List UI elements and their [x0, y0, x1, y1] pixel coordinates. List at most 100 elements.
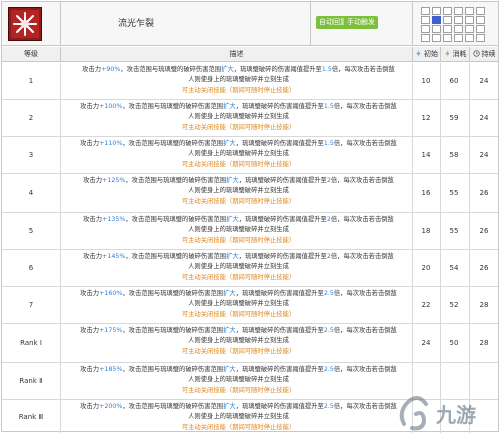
column-divider — [60, 174, 61, 212]
row-level: Rank Ⅲ — [18, 412, 44, 421]
desc-line-1: 攻击力+125%，攻击范围与琉璃璧的破碎伤害范围扩大，琉璃璧破碎的伤害阈值提升至… — [66, 176, 411, 186]
column-divider — [60, 287, 61, 323]
desc-expand: 扩大 — [226, 177, 239, 184]
desc-seg1: ，攻击范围与琉璃璧的破碎伤害范围 — [122, 403, 224, 410]
desc-seg2: ，琉璃璧破碎的伤害阈值提升至 — [235, 366, 324, 373]
desc-expand: 扩大 — [223, 366, 236, 373]
range-cell — [421, 34, 430, 42]
desc-line-3: 可主动关闭技能（期间可随时停止技能） — [66, 236, 411, 246]
desc-line-3: 可主动关闭技能（期间可随时停止技能） — [66, 273, 411, 283]
desc-stop-note: （期间可随时停止技能） — [225, 423, 296, 431]
column-divider — [412, 63, 413, 99]
column-desc: 描述 — [60, 47, 412, 62]
range-cell — [465, 34, 474, 42]
column-divider — [469, 287, 470, 323]
desc-seg1: ，攻击范围与琉璃璧的破碎伤害范围 — [122, 327, 224, 334]
row-duration: 24 — [479, 113, 489, 122]
row-description: 攻击力+175%，攻击范围与琉璃璧的破碎伤害范围扩大，琉璃璧破碎的伤害阈值提升至… — [66, 326, 411, 357]
desc-seg1: ，攻击范围与琉璃璧的破碎伤害范围 — [125, 216, 227, 223]
desc-seg3: 倍，每次攻击若击倒敌 — [333, 140, 397, 147]
desc-line-3: 可主动关闭技能（期间可随时停止技能） — [66, 123, 411, 133]
desc-multiplier: 2.5 — [323, 327, 334, 334]
desc-line-2: 人则使身上的琉璃璧破碎并立刻生成 — [188, 263, 289, 271]
row-initial: 20 — [421, 263, 431, 272]
range-cell — [432, 7, 441, 15]
desc-atk-label: 攻击力 — [80, 327, 100, 334]
row-initial: 22 — [421, 300, 431, 309]
desc-seg3: 倍，每次攻击若击倒敌 — [330, 253, 394, 260]
desc-line-1: 攻击力+200%，攻击范围与琉璃璧的破碎伤害范围扩大，琉璃璧破碎的伤害阈值提升至… — [66, 402, 411, 412]
desc-line-1: 攻击力+185%，攻击范围与琉璃璧的破碎伤害范围扩大，琉璃璧破碎的伤害阈值提升至… — [66, 365, 411, 375]
column-duration-label: 持续 — [481, 50, 496, 58]
desc-line-1: 攻击力+110%，攻击范围与琉璃璧的破碎伤害范围扩大，琉璃璧破碎的伤害阈值提升至… — [66, 139, 411, 149]
column-level: 等级 — [2, 47, 60, 62]
range-cell — [465, 7, 474, 15]
desc-expand: 扩大 — [223, 327, 236, 334]
table-row: 5 攻击力+135%，攻击范围与琉璃璧的破碎伤害范围扩大，琉璃璧破碎的伤害阈值提升… — [2, 213, 498, 250]
desc-seg3: 倍，每次攻击若击倒敌 — [333, 327, 397, 334]
desc-line-2: 人则使身上的琉璃璧破碎并立刻生成 — [188, 226, 289, 234]
desc-atk-value: +110% — [99, 140, 123, 147]
column-divider — [60, 324, 61, 362]
desc-close-note: 可主动关闭技能 — [181, 347, 226, 355]
desc-line-2: 人则使身上的琉璃璧破碎并立刻生成 — [188, 300, 289, 308]
desc-seg1: ，攻击范围与琉璃璧的破碎伤害范围 — [122, 140, 224, 147]
row-duration: 24 — [479, 76, 489, 85]
table-row: 1 攻击力+90%，攻击范围与琉璃璧的破碎伤害范围扩大，琉璃璧破碎的伤害阈值提升至… — [2, 63, 498, 100]
column-initial: 初始 — [412, 47, 440, 62]
desc-atk-label: 攻击力 — [83, 253, 103, 260]
range-cell — [443, 7, 452, 15]
desc-seg3: 倍，每次攻击若击倒敌 — [333, 290, 397, 297]
desc-line-3: 可主动关闭技能（期间可随时停止技能） — [66, 347, 411, 357]
desc-stop-note: （期间可随时停止技能） — [225, 160, 296, 168]
range-cell — [465, 25, 474, 33]
desc-seg2: ，琉璃璧破碎的伤害阈值提升至 — [235, 140, 324, 147]
skill-name: 流光乍裂 — [118, 19, 155, 29]
column-divider — [60, 400, 61, 433]
desc-seg2: ，琉璃璧破碎的伤害阈值提升至 — [238, 216, 327, 223]
column-cost-label: 消耗 — [452, 50, 467, 58]
range-cell — [454, 25, 463, 33]
range-self-cell — [432, 16, 441, 24]
range-cell — [421, 25, 430, 33]
range-cell — [443, 25, 452, 33]
desc-line-1: 攻击力+135%，攻击范围与琉璃璧的破碎伤害范围扩大，琉璃璧破碎的伤害阈值提升至… — [66, 215, 411, 225]
desc-line-3: 可主动关闭技能（期间可随时停止技能） — [66, 386, 411, 396]
column-divider — [412, 100, 413, 136]
table-row: 4 攻击力+125%，攻击范围与琉璃璧的破碎伤害范围扩大，琉璃璧破碎的伤害阈值提升… — [2, 174, 498, 213]
range-cell — [432, 34, 441, 42]
desc-line-2: 人则使身上的琉璃璧破碎并立刻生成 — [188, 76, 289, 84]
desc-expand: 扩大 — [223, 290, 236, 297]
row-initial: 12 — [421, 113, 431, 122]
range-cell — [476, 34, 485, 42]
table-row: 3 攻击力+110%，攻击范围与琉璃璧的破碎伤害范围扩大，琉璃璧破碎的伤害阈值提升… — [2, 137, 498, 174]
desc-seg1: ，攻击范围与琉璃璧的破碎伤害范围 — [122, 103, 224, 110]
column-cost: 消耗 — [440, 47, 469, 62]
desc-line-2: 人则使身上的琉璃璧破碎并立刻生成 — [188, 187, 289, 195]
row-level: 7 — [28, 300, 34, 309]
desc-close-note: 可主动关闭技能 — [181, 236, 226, 244]
range-cell — [465, 16, 474, 24]
column-divider — [440, 63, 441, 99]
desc-line-2: 人则使身上的琉璃璧破碎并立刻生成 — [188, 413, 289, 421]
column-divider — [440, 250, 441, 286]
desc-seg2: ，琉璃璧破碎的伤害阈值提升至 — [238, 253, 327, 260]
range-cell — [476, 25, 485, 33]
column-divider — [440, 100, 441, 136]
desc-atk-label: 攻击力 — [83, 216, 103, 223]
range-cell — [443, 34, 452, 42]
desc-atk-label: 攻击力 — [82, 66, 102, 73]
column-divider — [469, 250, 470, 286]
desc-stop-note: （期间可随时停止技能） — [225, 273, 296, 281]
desc-seg2: ，琉璃璧破碎的伤害阈值提升至 — [235, 103, 324, 110]
desc-line-2: 人则使身上的琉璃璧破碎并立刻生成 — [188, 150, 289, 158]
row-level: 6 — [28, 263, 34, 272]
desc-atk-value: +200% — [99, 403, 123, 410]
desc-atk-value: +185% — [99, 366, 123, 373]
column-divider — [412, 250, 413, 286]
desc-seg2: ，琉璃璧破碎的伤害阈值提升至 — [238, 177, 327, 184]
column-divider — [440, 174, 441, 212]
desc-seg3: 倍，每次攻击若击倒敌 — [333, 103, 397, 110]
row-duration: 24 — [479, 150, 489, 159]
desc-line-1: 攻击力+145%，攻击范围与琉璃璧的破碎伤害范围扩大，琉璃璧破碎的伤害阈值提升至… — [66, 252, 411, 262]
